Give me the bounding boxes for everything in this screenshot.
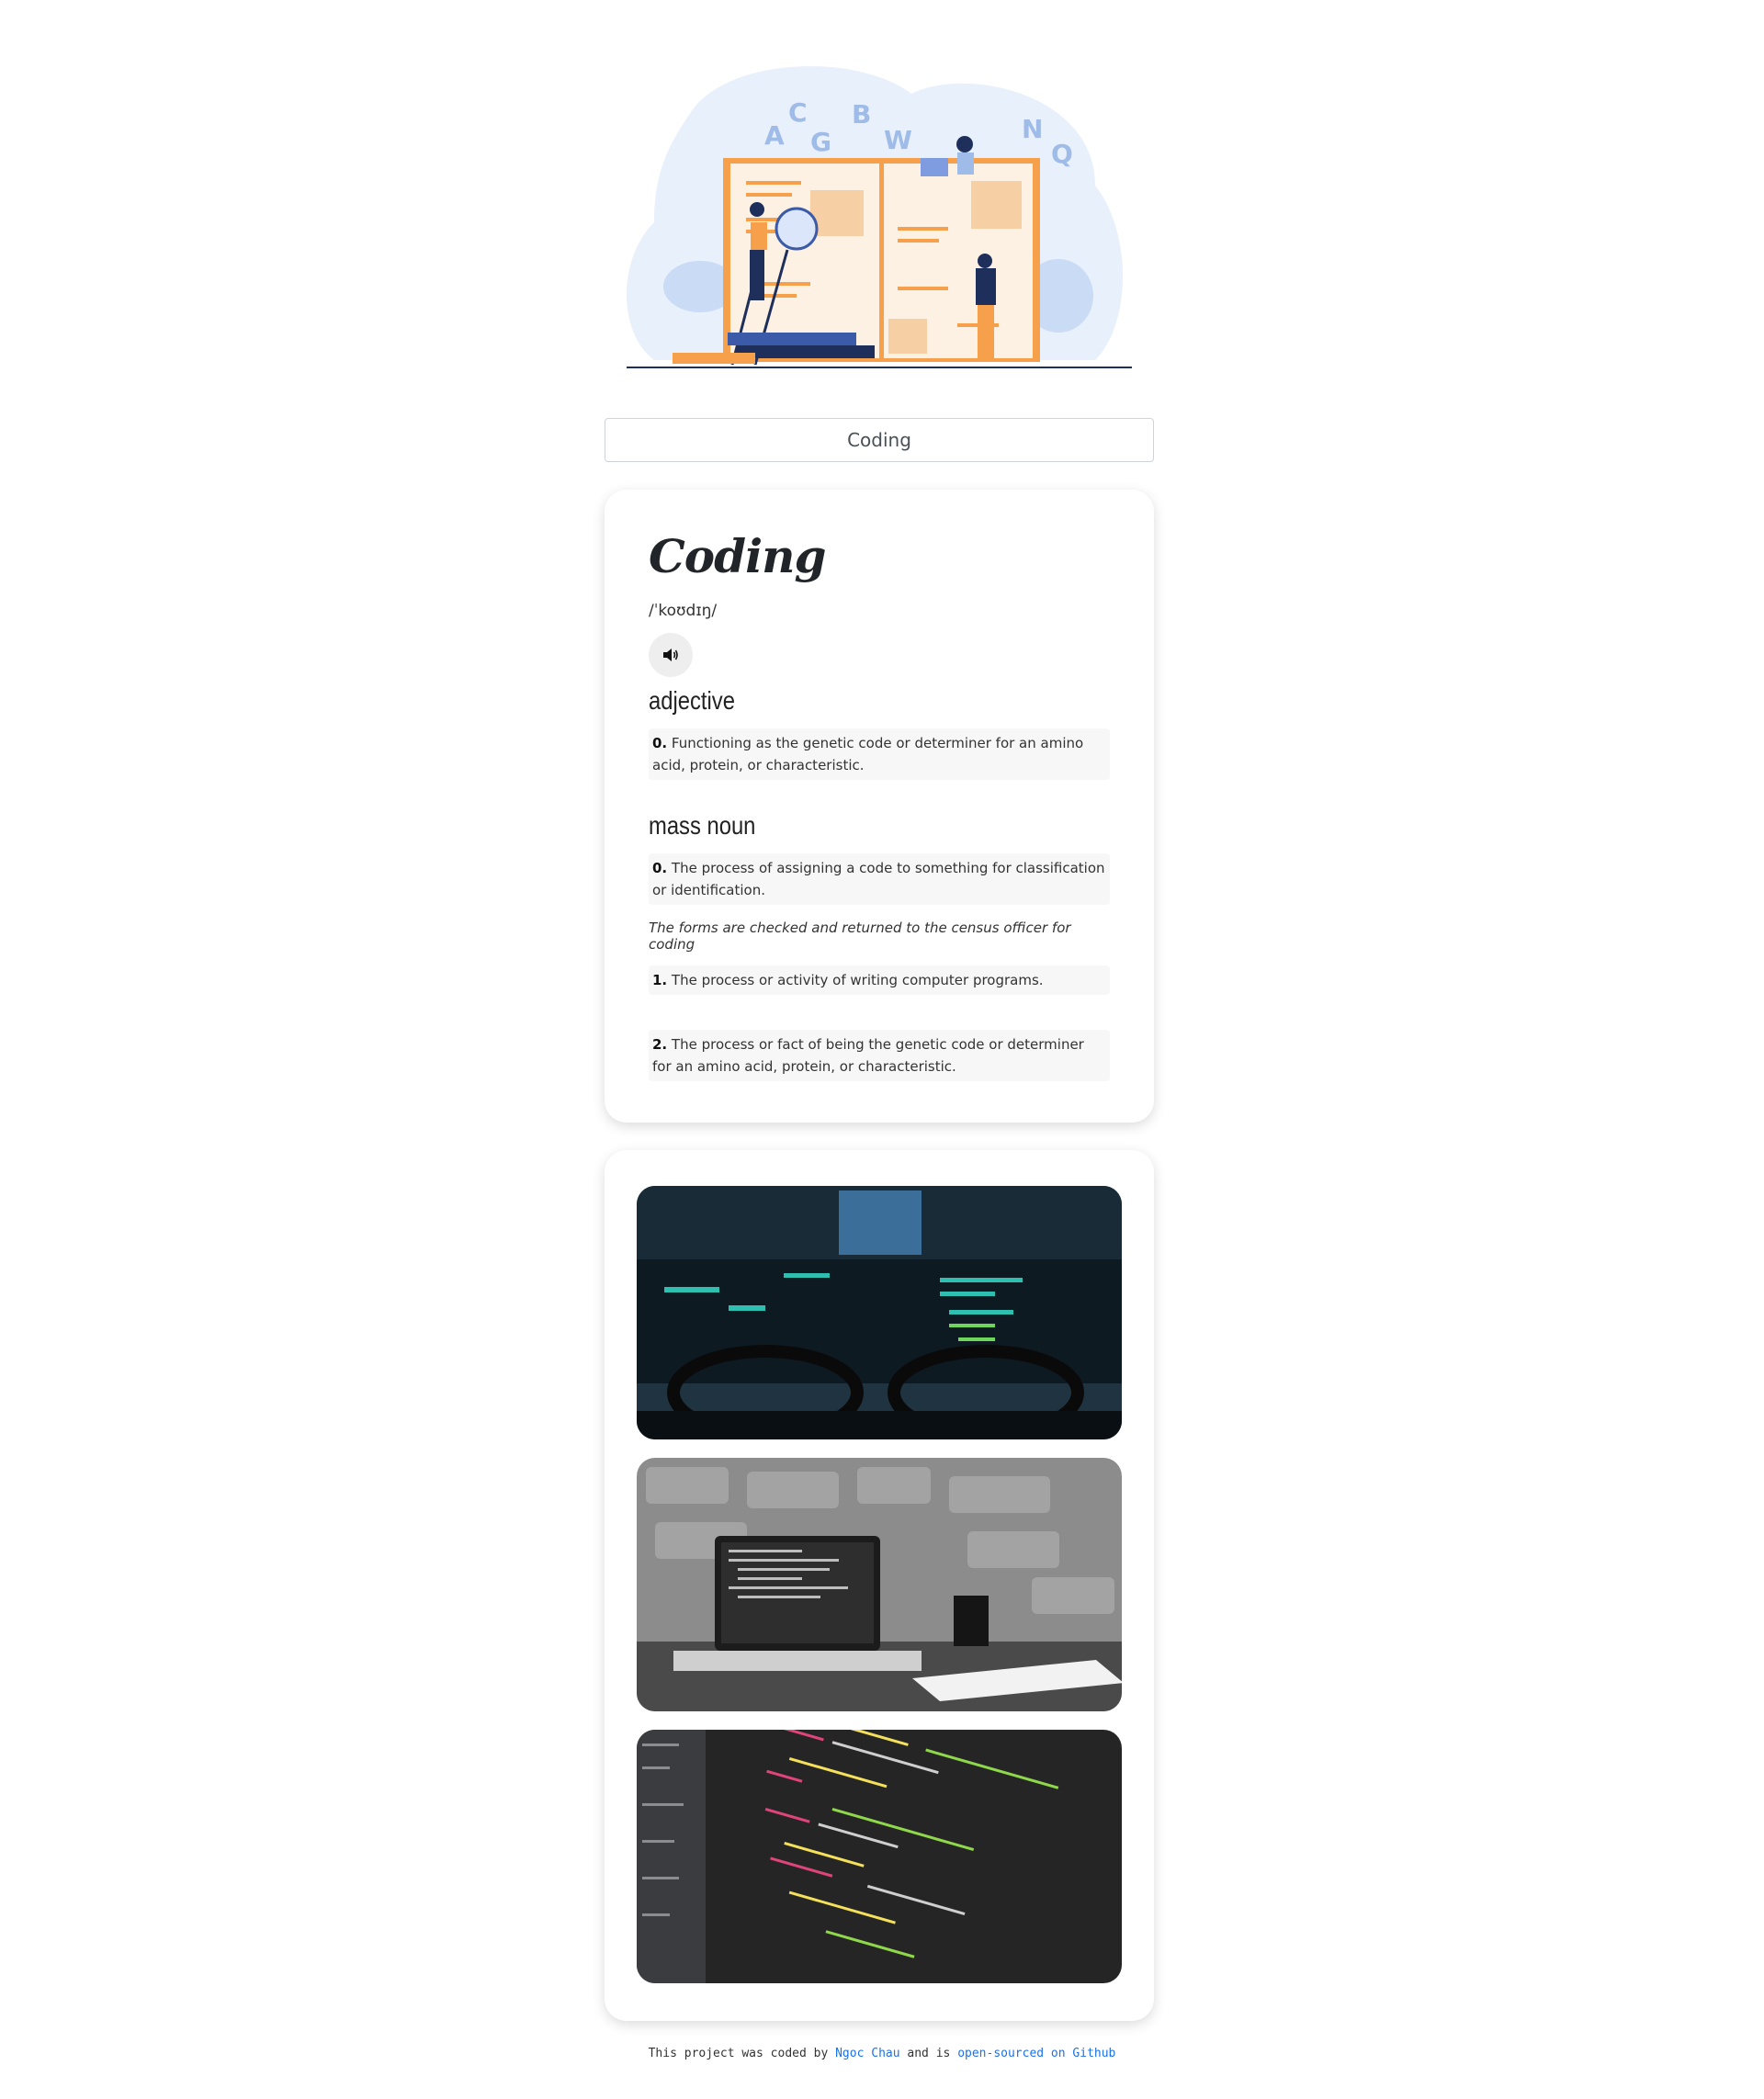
definition-text: The process or fact of being the genetic… [652,1036,1084,1075]
word-title: Coding [649,529,826,583]
footer-middle: and is [907,2047,951,2060]
part-of-speech: mass noun [649,811,756,840]
phonetic: /ˈkoʊdɪŋ/ [649,602,718,620]
footer-prefix: This project was coded by [648,2047,829,2060]
definition-text: The process or activity of writing compu… [671,972,1044,988]
github-link[interactable]: open-sourced on Github [957,2047,1115,2060]
meaning-section: mass noun 0. The process of assigning a … [649,811,1110,1081]
hero-letter: A [764,120,785,151]
definition-example: The forms are checked and returned to th… [649,920,1071,953]
part-of-speech: adjective [649,686,735,715]
audio-button[interactable] [649,633,693,677]
definition-index: 0. [652,860,668,876]
hero-letter: C [788,97,808,128]
meaning-section: adjective 0. Functioning as the genetic … [649,686,1110,780]
footer: This project was coded by Ngoc Chau and … [0,2047,1764,2060]
hero-illustration: A C G B W N Q [627,66,1132,368]
hero-letter: N [1022,114,1043,144]
definition-text: Functioning as the genetic code or deter… [652,735,1084,773]
laptop-photo[interactable] [637,1458,1122,1711]
photos-card [605,1150,1154,2021]
definition-index: 0. [652,735,668,751]
author-link[interactable]: Ngoc Chau [835,2047,899,2060]
definition-card: Coding /ˈkoʊdɪŋ/ adjective 0. Functionin… [605,490,1154,1123]
code-photo[interactable] [637,1730,1122,1983]
search-input[interactable] [605,418,1154,462]
definition-item: 0. The process of assigning a code to so… [649,853,1110,905]
definition-index: 2. [652,1036,668,1053]
definition-item: 1. The process or activity of writing co… [649,965,1110,995]
hero-letter: G [810,127,831,157]
speaker-icon [663,649,678,661]
definition-index: 1. [652,972,668,988]
hero-letter: B [852,99,871,130]
definition-text: The process of assigning a code to somet… [652,860,1105,898]
coding-photo[interactable] [637,1186,1122,1439]
definition-item: 2. The process or fact of being the gene… [649,1030,1110,1081]
definition-item: 0. Functioning as the genetic code or de… [649,728,1110,780]
hero-letter: Q [1051,139,1073,169]
hero-letter: W [884,125,912,155]
